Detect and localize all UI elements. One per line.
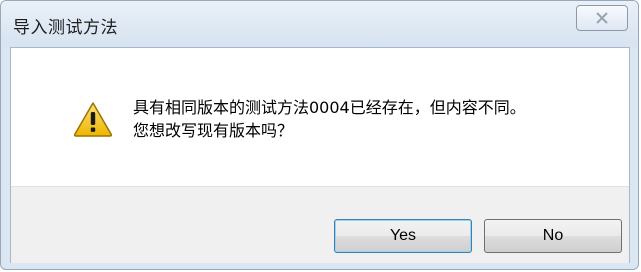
no-button[interactable]: No — [484, 219, 622, 253]
dialog-content: 具有相同版本的测试方法0004已经存在，但内容不同。 您想改写现有版本吗？ Ye… — [10, 47, 630, 263]
message-line-1: 具有相同版本的测试方法0004已经存在，但内容不同。 — [133, 98, 526, 117]
message-area: 具有相同版本的测试方法0004已经存在，但内容不同。 您想改写现有版本吗？ — [11, 48, 629, 186]
close-icon — [596, 12, 608, 24]
message-line-2: 您想改写现有版本吗？ — [133, 121, 294, 140]
yes-button[interactable]: Yes — [334, 219, 472, 253]
dialog-window: 导入测试方法 具有相同版本的测试方法0004已经存在，但内容不同。 您想改写现有… — [0, 0, 639, 270]
title-bar[interactable]: 导入测试方法 — [1, 1, 638, 47]
warning-icon — [73, 102, 113, 137]
button-area: Yes No — [11, 186, 629, 263]
dialog-title: 导入测试方法 — [13, 18, 118, 38]
close-button[interactable] — [576, 5, 628, 31]
message-text: 具有相同版本的测试方法0004已经存在，但内容不同。 您想改写现有版本吗？ — [133, 96, 526, 142]
